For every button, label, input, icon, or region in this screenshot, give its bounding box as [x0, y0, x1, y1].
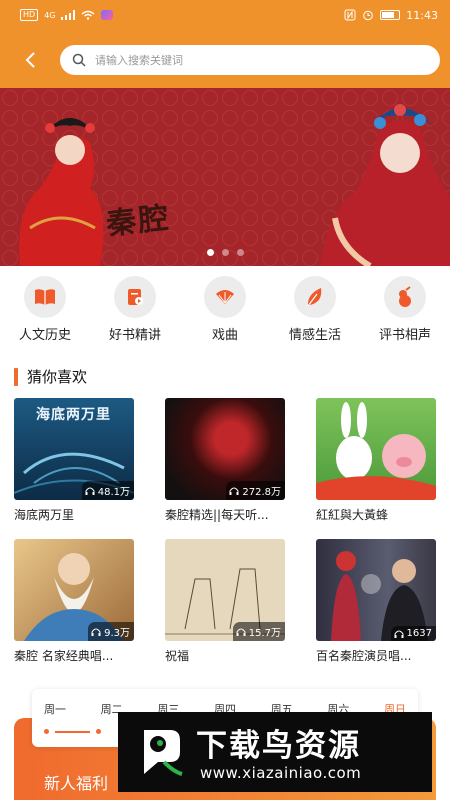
- section-accent-bar: [14, 367, 18, 386]
- play-count-value: 272.8万: [242, 487, 281, 498]
- hd-badge: HD: [20, 9, 39, 21]
- album-card[interactable]: 海底两万里 48.1万 海底两万里: [14, 398, 134, 523]
- album-cover: 海底两万里 48.1万: [14, 398, 134, 500]
- section-title: 猜你喜欢: [27, 368, 88, 386]
- search-row: [0, 40, 450, 80]
- tab-monday[interactable]: 周一: [44, 701, 66, 717]
- watermark-url: www.xiazainiao.com: [200, 764, 362, 782]
- bird-logo-icon: [144, 730, 183, 776]
- carousel-dot[interactable]: [206, 249, 214, 256]
- album-title: 海底两万里: [14, 508, 75, 522]
- wifi-icon: [82, 10, 95, 20]
- watermark-title: 下载鸟资源: [196, 728, 361, 764]
- album-card[interactable]: 15.7万 祝福: [165, 539, 285, 664]
- category-opera[interactable]: 戏曲: [180, 276, 270, 346]
- rabbit-pig-illustration: [316, 402, 436, 500]
- headphones-icon: [236, 628, 246, 636]
- leaf-icon: [294, 276, 336, 318]
- play-count: 15.7万: [232, 622, 285, 641]
- search-box[interactable]: [60, 45, 440, 75]
- search-icon: [72, 53, 86, 67]
- album-card[interactable]: 紅紅與大黃蜂: [316, 398, 436, 523]
- chevron-left-icon: [25, 52, 35, 68]
- headphones-icon: [91, 628, 101, 636]
- play-count: 272.8万: [226, 481, 285, 500]
- opera-performer-left-image: [19, 118, 104, 266]
- category-label: 戏曲: [211, 328, 238, 343]
- carousel-dot[interactable]: [236, 249, 244, 256]
- category-emotional-life[interactable]: 情感生活: [270, 276, 360, 346]
- status-time: 11:43: [406, 8, 438, 22]
- album-title: 秦腔精选||每天听...: [165, 508, 269, 522]
- indicator-dot: [96, 729, 101, 734]
- album-title: 秦腔 名家经典唱...: [14, 649, 114, 663]
- album-title: 百名秦腔演员唱...: [316, 649, 412, 663]
- play-count-value: 1637: [406, 628, 432, 639]
- network-label: 4G: [44, 10, 56, 20]
- category-storytelling-crosstalk[interactable]: 评书相声: [360, 276, 450, 346]
- weekday-indicator: [44, 729, 101, 734]
- category-label: 情感生活: [288, 328, 341, 343]
- app-screen: HD 4G 11:43 请输入搜索关键词 秦腔 人文历史 好书精讲 戏曲 情感生…: [0, 0, 450, 800]
- category-good-books[interactable]: 好书精讲: [90, 276, 180, 346]
- battery-icon: [380, 10, 401, 20]
- category-humanities-history[interactable]: 人文历史: [0, 276, 90, 346]
- indicator-dot: [44, 729, 49, 734]
- headphones-icon: [85, 487, 95, 495]
- album-title: 紅紅與大黃蜂: [316, 508, 389, 522]
- album-card[interactable]: 9.3万 秦腔 名家经典唱...: [14, 539, 134, 664]
- banner-carousel[interactable]: 秦腔: [0, 88, 450, 266]
- status-left: HD 4G: [20, 9, 114, 21]
- audiobook-icon: [114, 276, 156, 318]
- album-title: 祝福: [165, 649, 190, 663]
- watermark-overlay: 下载鸟资源 www.xiazainiao.com: [118, 712, 432, 792]
- gourd-icon: [384, 276, 426, 318]
- header: HD 4G 11:43 请输入搜索关键词: [0, 0, 450, 88]
- alarm-icon: [363, 10, 374, 21]
- album-cover: 1637: [316, 539, 436, 641]
- category-nav: 人文历史 好书精讲 戏曲 情感生活 评书相声: [0, 276, 450, 346]
- category-label: 好书精讲: [108, 328, 161, 343]
- play-count-value: 9.3万: [104, 628, 130, 639]
- headphones-icon: [229, 487, 239, 495]
- promo-text: 新人福利: [44, 774, 109, 793]
- play-count: 9.3万: [88, 622, 134, 641]
- play-count-value: 48.1万: [97, 487, 130, 498]
- category-label: 人文历史: [18, 328, 71, 343]
- play-count: 1637: [390, 626, 436, 641]
- play-count: 48.1万: [81, 481, 134, 500]
- album-cover: 15.7万: [165, 539, 285, 641]
- fan-icon: [204, 276, 246, 318]
- status-right: 11:43: [344, 9, 438, 22]
- album-cover: 9.3万: [14, 539, 134, 641]
- back-button[interactable]: [12, 44, 48, 76]
- carousel-indicators: [0, 249, 450, 256]
- carousel-dot[interactable]: [221, 249, 229, 256]
- album-cover: [316, 398, 436, 500]
- search-input[interactable]: [95, 53, 428, 67]
- section-header: 猜你喜欢: [14, 366, 87, 387]
- signal-icon: [61, 10, 76, 20]
- indicator-line: [55, 730, 90, 733]
- play-count-value: 15.7万: [248, 628, 281, 639]
- app-notification-icon: [101, 10, 114, 20]
- status-bar: HD 4G 11:43: [0, 0, 450, 30]
- album-card[interactable]: 272.8万 秦腔精选||每天听...: [165, 398, 285, 523]
- recommendation-grid: 海底两万里 48.1万 海底两万里 272.8万 秦腔精选||每天听... 紅紅…: [14, 398, 436, 664]
- album-card[interactable]: 1637 百名秦腔演员唱...: [316, 539, 436, 664]
- album-cover: 272.8万: [165, 398, 285, 500]
- nfc-icon: [344, 9, 356, 21]
- book-icon: [24, 276, 66, 318]
- opera-performer-right-image: [320, 104, 450, 266]
- category-label: 评书相声: [378, 328, 431, 343]
- headphones-icon: [394, 630, 404, 638]
- banner-title: 秦腔: [104, 200, 173, 243]
